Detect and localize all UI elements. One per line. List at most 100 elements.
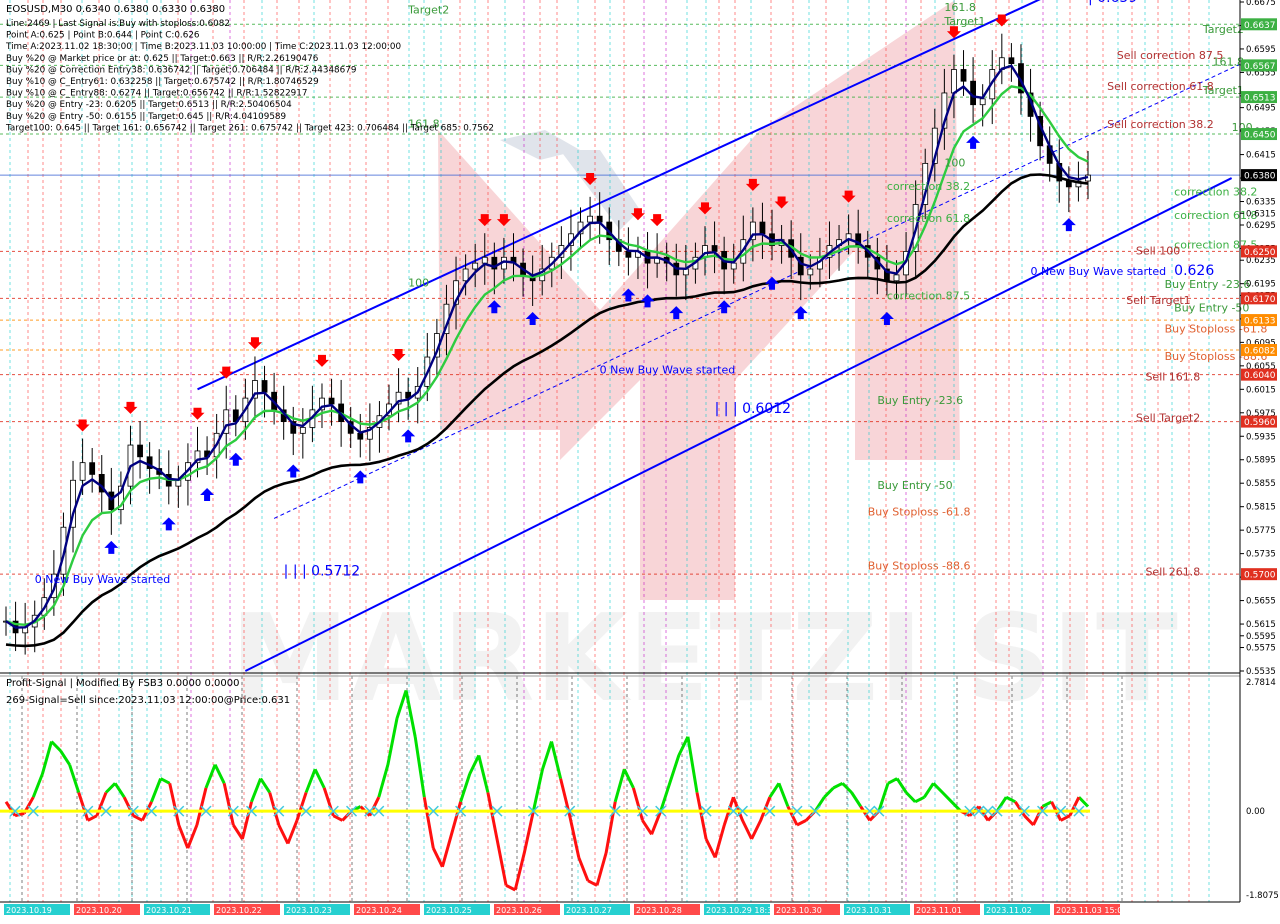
y-tick-label: 0.5615 [1246, 620, 1276, 630]
candle-body [625, 251, 632, 258]
osc-tick-label: -1.8075 [1246, 891, 1279, 901]
candle-body [481, 256, 488, 264]
candle-body [357, 432, 364, 440]
candle-body [472, 262, 479, 270]
y-tick-label: 0.5655 [1246, 597, 1276, 607]
candle-body [759, 221, 766, 235]
time-label: 2023.10.30 [776, 906, 822, 915]
level-label: Buy Stoploss -61.8 [868, 505, 971, 518]
time-label: 2023.10.31 [846, 906, 892, 915]
time-label: 2023.10.20 [76, 906, 122, 915]
price-tag-label: 0.6082 [1244, 346, 1276, 356]
level-label: Buy Entry -23.6 [1165, 278, 1251, 291]
candle-body [1008, 57, 1015, 65]
time-label: 2023.10.24 [356, 906, 402, 915]
price-tag-label: 0.6450 [1244, 131, 1276, 141]
level-label: Sell correction 61.8 [1107, 80, 1214, 93]
time-label: 2023.11.02 [986, 906, 1032, 915]
level-label: correction 38.2 [887, 180, 970, 193]
y-tick-label: 0.5895 [1246, 456, 1276, 466]
level-label: Sell correction 87.5 [1117, 49, 1224, 62]
y-tick-label: 0.5735 [1246, 550, 1276, 560]
wave-label: 0 New Buy Wave started [35, 573, 171, 586]
level-label: Sell 161.8 [1145, 371, 1200, 384]
time-label: 2023.10.23 [286, 906, 332, 915]
price-tag-label: 0.6170 [1244, 295, 1276, 305]
time-label: 2023.11.03 15:00 [1056, 906, 1127, 915]
y-tick-label: 0.5935 [1246, 432, 1276, 442]
chart-canvas: MARKETZI SIT Target2161.8100161.8Target1… [0, 0, 1280, 920]
level-label: 100 [944, 156, 965, 169]
candle-body [970, 80, 976, 106]
info-line: Target100: 0.645 || Target 161: 0.656742… [5, 123, 494, 133]
level-label: Target2 [1202, 23, 1244, 36]
price-tag-label: 0.6380 [1244, 172, 1276, 182]
wave-label: 0.626 [1174, 263, 1214, 279]
time-label: 2023.10.22 [216, 906, 262, 915]
candle-body [711, 245, 718, 252]
level-label: Sell 100 [1136, 244, 1180, 257]
time-label: 2023.10.27 [566, 906, 612, 915]
y-tick-label: 0.5775 [1246, 526, 1276, 536]
candle-body [328, 397, 335, 405]
wave-label: | | | 0.5712 [284, 563, 361, 579]
y-tick-label: 0.6675 [1246, 0, 1276, 8]
time-label: 2023.10.28 [636, 906, 682, 915]
candle-body [587, 215, 593, 223]
candle-body [807, 268, 814, 276]
time-axis: 2023.10.19 2023.10.20 2023.10.21 2023.10.22… [4, 904, 1127, 915]
symbol-line: EOSUSD,M30 0.6340 0.6380 0.6330 0.6380 [6, 4, 225, 15]
candle-body [951, 69, 957, 94]
candle-body [261, 380, 268, 393]
time-label: 2023.10.19 [6, 906, 52, 915]
candle-body [462, 268, 469, 282]
y-tick-label: 0.5575 [1246, 644, 1276, 654]
info-line: Buy %20 @ Correction Entry38: 0.636742 |… [6, 65, 356, 75]
candle-body [79, 462, 86, 481]
candle-body [960, 69, 967, 82]
info-line: Buy %20 @ Entry -23: 0.6205 || Target:0.… [6, 100, 292, 110]
price-tag-label: 0.6513 [1244, 94, 1276, 104]
level-label: 161.8 [944, 1, 976, 14]
level-label: 100 [408, 277, 429, 290]
level-label: correction 38.2 [1174, 186, 1257, 199]
level-label: Buy Entry -23.6 [877, 394, 963, 407]
y-tick-label: 0.5815 [1246, 503, 1276, 513]
level-label: Target2 [407, 4, 449, 17]
chart-window: MARKETZI SIT Target2 161.8 100 161.8 Target1… [0, 0, 1280, 920]
y-tick-label: 0.6195 [1246, 280, 1276, 290]
price-tag-label: 0.5700 [1244, 571, 1276, 581]
y-tick-label: 0.5595 [1246, 632, 1276, 642]
y-tick-label: 0.6315 [1246, 209, 1276, 219]
osc-tick-label: 0.00 [1246, 807, 1265, 817]
level-label: Sell correction 38.2 [1107, 118, 1214, 131]
candle-body [730, 262, 737, 270]
info-line: Buy %10 @ C_Entry61: 0.632258 || Target:… [6, 77, 319, 87]
y-tick-label: 0.6495 [1246, 104, 1276, 114]
y-tick-label: 0.6295 [1246, 221, 1276, 231]
y-tick-label: 0.6015 [1246, 385, 1276, 395]
time-label: 2023.10.25 [426, 906, 472, 915]
y-tick-label: 0.6415 [1246, 151, 1276, 161]
candle-body [596, 215, 603, 223]
y-tick-label: 0.5855 [1246, 479, 1276, 489]
info-line: Buy %20 @ Entry -50: 0.6155 || Target:0.… [6, 112, 286, 122]
wave-label: | 0.659 [1088, 0, 1137, 6]
osc-tick-label: 2.7814 [1246, 678, 1276, 688]
price-tag-label: 0.6637 [1244, 21, 1276, 31]
time-label: 2023.10.21 [146, 906, 192, 915]
info-line: Buy %10 @ C_Entry88: 0.6274 || Target:0.… [6, 89, 307, 99]
indicator-title: Profit-Signal | Modified By FSB3 0.0000 … [6, 678, 239, 689]
price-tag-label: 0.6133 [1244, 317, 1276, 327]
indicator-signal: 269-Signal=Sell since:2023.11.03 12:00:0… [6, 695, 290, 706]
time-label: 2023.10.26 [496, 906, 542, 915]
wave-label: | | | 0.6012 [715, 401, 792, 417]
y-tick-label: 0.6595 [1246, 45, 1276, 55]
candle-body [175, 479, 182, 487]
info-line: Point A:0.625 | Point B:0.644 | Point C:… [6, 31, 200, 41]
wave-label: 0 New Buy Wave started [600, 363, 736, 376]
level-label: Target1 [943, 15, 985, 28]
y-tick-label: 0.6335 [1246, 198, 1276, 208]
candle-body [89, 462, 96, 475]
info-line: Buy %20 @ Market price or at: 0.625 || T… [6, 54, 319, 64]
